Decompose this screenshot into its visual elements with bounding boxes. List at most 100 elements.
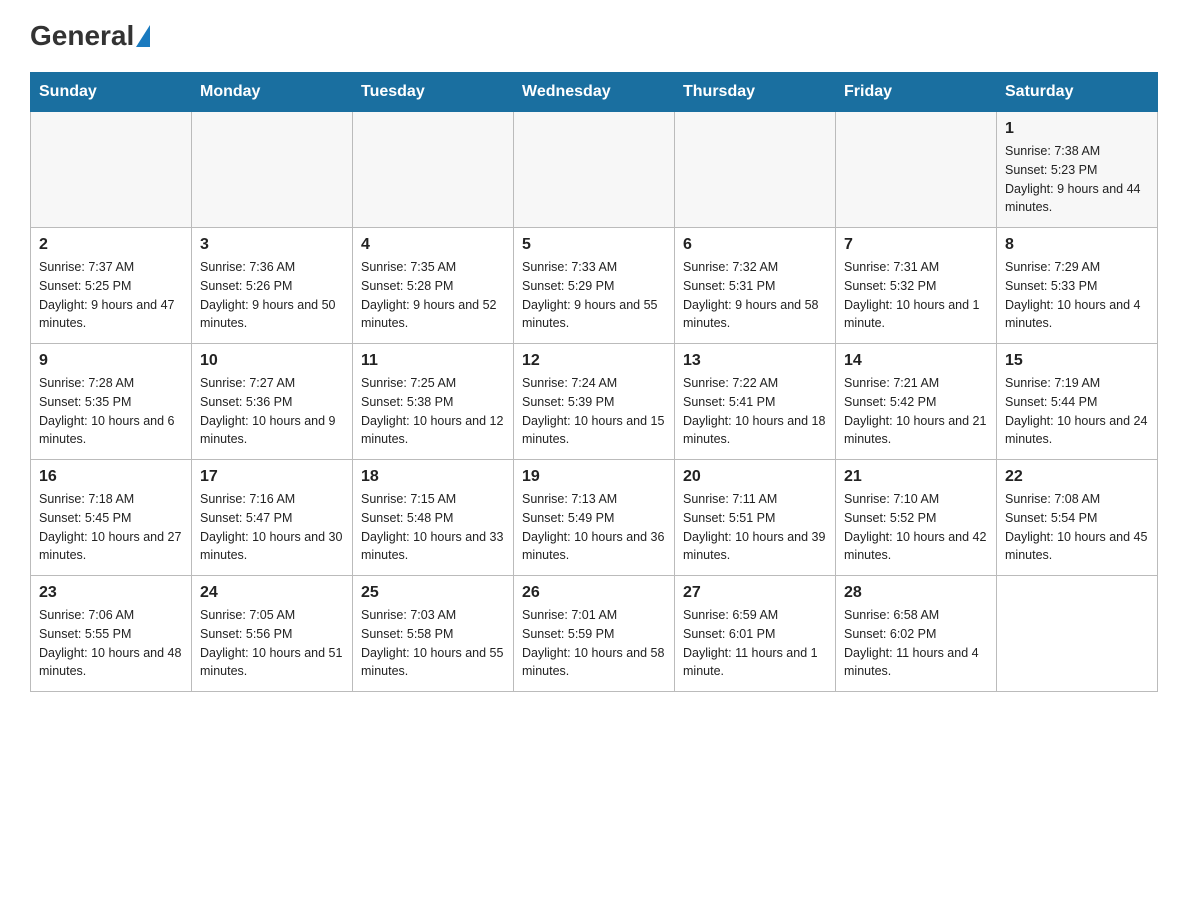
calendar-week-row: 9 Sunrise: 7:28 AM Sunset: 5:35 PM Daylig… (31, 344, 1158, 460)
day-number: 26 (522, 584, 666, 602)
day-of-week-header: Thursday (675, 73, 836, 112)
calendar-day-cell: 26 Sunrise: 7:01 AM Sunset: 5:59 PM Dayli… (514, 576, 675, 692)
day-info: Sunrise: 7:18 AM Sunset: 5:45 PM Dayligh… (39, 490, 183, 565)
calendar-week-row: 23 Sunrise: 7:06 AM Sunset: 5:55 PM Dayli… (31, 576, 1158, 692)
page-header: General (30, 20, 1158, 52)
calendar-day-cell: 4 Sunrise: 7:35 AM Sunset: 5:28 PM Daylig… (353, 228, 514, 344)
day-info: Sunrise: 7:01 AM Sunset: 5:59 PM Dayligh… (522, 606, 666, 681)
calendar-day-cell (31, 112, 192, 228)
day-info: Sunrise: 7:05 AM Sunset: 5:56 PM Dayligh… (200, 606, 344, 681)
calendar-day-cell: 23 Sunrise: 7:06 AM Sunset: 5:55 PM Dayli… (31, 576, 192, 692)
day-of-week-header: Monday (192, 73, 353, 112)
calendar-day-cell (353, 112, 514, 228)
calendar-table: SundayMondayTuesdayWednesdayThursdayFrid… (30, 72, 1158, 692)
calendar-day-cell: 22 Sunrise: 7:08 AM Sunset: 5:54 PM Dayli… (997, 460, 1158, 576)
day-number: 10 (200, 352, 344, 370)
calendar-day-cell: 14 Sunrise: 7:21 AM Sunset: 5:42 PM Dayli… (836, 344, 997, 460)
calendar-day-cell: 8 Sunrise: 7:29 AM Sunset: 5:33 PM Daylig… (997, 228, 1158, 344)
calendar-day-cell (997, 576, 1158, 692)
calendar-day-cell: 20Sunrise: 7:11 AM Sunset: 5:51 PM Dayli… (675, 460, 836, 576)
calendar-day-cell: 18 Sunrise: 7:15 AM Sunset: 5:48 PM Dayli… (353, 460, 514, 576)
day-number: 8 (1005, 236, 1149, 254)
calendar-day-cell: 21 Sunrise: 7:10 AM Sunset: 5:52 PM Dayli… (836, 460, 997, 576)
day-info: Sunrise: 7:27 AM Sunset: 5:36 PM Dayligh… (200, 374, 344, 449)
day-info: Sunrise: 7:16 AM Sunset: 5:47 PM Dayligh… (200, 490, 344, 565)
logo-triangle-icon (136, 25, 150, 47)
day-info: Sunrise: 7:06 AM Sunset: 5:55 PM Dayligh… (39, 606, 183, 681)
calendar-day-cell (192, 112, 353, 228)
day-number: 5 (522, 236, 666, 254)
calendar-day-cell: 28 Sunrise: 6:58 AM Sunset: 6:02 PM Dayli… (836, 576, 997, 692)
day-info: Sunrise: 7:37 AM Sunset: 5:25 PM Dayligh… (39, 258, 183, 333)
calendar-day-cell: 16 Sunrise: 7:18 AM Sunset: 5:45 PM Dayli… (31, 460, 192, 576)
calendar-week-row: 16 Sunrise: 7:18 AM Sunset: 5:45 PM Dayli… (31, 460, 1158, 576)
calendar-day-cell: 9 Sunrise: 7:28 AM Sunset: 5:35 PM Daylig… (31, 344, 192, 460)
day-number: 16 (39, 468, 183, 486)
calendar-day-cell: 3Sunrise: 7:36 AM Sunset: 5:26 PM Daylig… (192, 228, 353, 344)
calendar-day-cell: 11 Sunrise: 7:25 AM Sunset: 5:38 PM Dayli… (353, 344, 514, 460)
day-number: 18 (361, 468, 505, 486)
calendar-day-cell: 19 Sunrise: 7:13 AM Sunset: 5:49 PM Dayli… (514, 460, 675, 576)
day-number: 12 (522, 352, 666, 370)
calendar-day-cell: 7Sunrise: 7:31 AM Sunset: 5:32 PM Daylig… (836, 228, 997, 344)
day-info: Sunrise: 7:21 AM Sunset: 5:42 PM Dayligh… (844, 374, 988, 449)
day-info: Sunrise: 7:25 AM Sunset: 5:38 PM Dayligh… (361, 374, 505, 449)
logo-general-text: General (30, 20, 134, 52)
calendar-day-cell: 2 Sunrise: 7:37 AM Sunset: 5:25 PM Daylig… (31, 228, 192, 344)
calendar-day-cell: 1 Sunrise: 7:38 AM Sunset: 5:23 PM Daylig… (997, 112, 1158, 228)
day-info: Sunrise: 7:32 AM Sunset: 5:31 PM Dayligh… (683, 258, 827, 333)
day-number: 6 (683, 236, 827, 254)
calendar-day-cell (675, 112, 836, 228)
day-number: 11 (361, 352, 505, 370)
day-info: Sunrise: 7:10 AM Sunset: 5:52 PM Dayligh… (844, 490, 988, 565)
day-info: Sunrise: 7:29 AM Sunset: 5:33 PM Dayligh… (1005, 258, 1149, 333)
day-number: 14 (844, 352, 988, 370)
day-info: Sunrise: 7:38 AM Sunset: 5:23 PM Dayligh… (1005, 142, 1149, 217)
day-info: Sunrise: 7:15 AM Sunset: 5:48 PM Dayligh… (361, 490, 505, 565)
day-number: 17 (200, 468, 344, 486)
day-number: 23 (39, 584, 183, 602)
day-number: 1 (1005, 120, 1149, 138)
calendar-day-cell: 6 Sunrise: 7:32 AM Sunset: 5:31 PM Daylig… (675, 228, 836, 344)
day-info: Sunrise: 7:35 AM Sunset: 5:28 PM Dayligh… (361, 258, 505, 333)
day-number: 9 (39, 352, 183, 370)
day-number: 2 (39, 236, 183, 254)
day-info: Sunrise: 6:58 AM Sunset: 6:02 PM Dayligh… (844, 606, 988, 681)
day-number: 15 (1005, 352, 1149, 370)
calendar-day-cell: 5 Sunrise: 7:33 AM Sunset: 5:29 PM Daylig… (514, 228, 675, 344)
day-info: Sunrise: 7:13 AM Sunset: 5:49 PM Dayligh… (522, 490, 666, 565)
day-of-week-header: Saturday (997, 73, 1158, 112)
day-info: Sunrise: 7:36 AM Sunset: 5:26 PM Dayligh… (200, 258, 344, 333)
calendar-day-cell: 25 Sunrise: 7:03 AM Sunset: 5:58 PM Dayli… (353, 576, 514, 692)
day-info: Sunrise: 7:08 AM Sunset: 5:54 PM Dayligh… (1005, 490, 1149, 565)
day-of-week-header: Sunday (31, 73, 192, 112)
day-info: Sunrise: 7:28 AM Sunset: 5:35 PM Dayligh… (39, 374, 183, 449)
calendar-week-row: 1 Sunrise: 7:38 AM Sunset: 5:23 PM Daylig… (31, 112, 1158, 228)
day-number: 4 (361, 236, 505, 254)
calendar-day-cell: 17 Sunrise: 7:16 AM Sunset: 5:47 PM Dayli… (192, 460, 353, 576)
day-number: 13 (683, 352, 827, 370)
day-number: 20 (683, 468, 827, 486)
day-info: Sunrise: 7:24 AM Sunset: 5:39 PM Dayligh… (522, 374, 666, 449)
day-of-week-header: Wednesday (514, 73, 675, 112)
calendar-day-cell: 27Sunrise: 6:59 AM Sunset: 6:01 PM Dayli… (675, 576, 836, 692)
day-number: 27 (683, 584, 827, 602)
day-number: 21 (844, 468, 988, 486)
calendar-day-cell (514, 112, 675, 228)
logo: General (30, 20, 152, 52)
day-info: Sunrise: 7:22 AM Sunset: 5:41 PM Dayligh… (683, 374, 827, 449)
day-info: Sunrise: 7:03 AM Sunset: 5:58 PM Dayligh… (361, 606, 505, 681)
calendar-week-row: 2 Sunrise: 7:37 AM Sunset: 5:25 PM Daylig… (31, 228, 1158, 344)
calendar-day-cell: 10 Sunrise: 7:27 AM Sunset: 5:36 PM Dayli… (192, 344, 353, 460)
day-number: 28 (844, 584, 988, 602)
calendar-day-cell: 15Sunrise: 7:19 AM Sunset: 5:44 PM Dayli… (997, 344, 1158, 460)
calendar-day-cell (836, 112, 997, 228)
day-info: Sunrise: 7:33 AM Sunset: 5:29 PM Dayligh… (522, 258, 666, 333)
day-number: 22 (1005, 468, 1149, 486)
day-number: 24 (200, 584, 344, 602)
day-number: 19 (522, 468, 666, 486)
day-of-week-header: Friday (836, 73, 997, 112)
calendar-day-cell: 13 Sunrise: 7:22 AM Sunset: 5:41 PM Dayli… (675, 344, 836, 460)
day-number: 25 (361, 584, 505, 602)
day-number: 7 (844, 236, 988, 254)
